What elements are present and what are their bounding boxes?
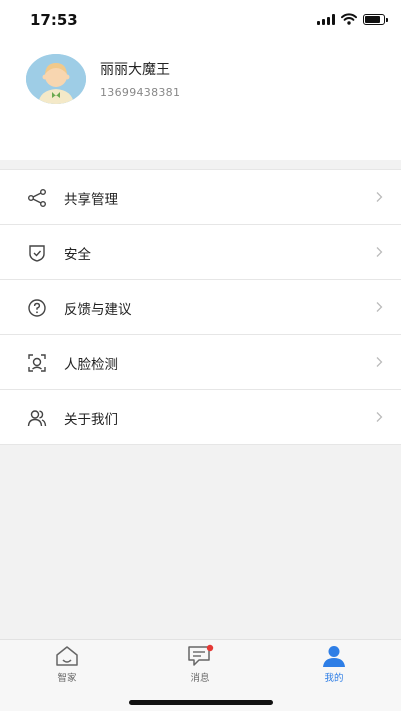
settings-menu: 共享管理 安全 反馈与建议 人脸检测 关于我们 — [0, 169, 401, 445]
status-icons — [317, 13, 388, 25]
shield-check-icon — [29, 245, 45, 262]
wifi-icon — [341, 13, 357, 25]
user-icon — [323, 646, 345, 667]
notification-badge — [206, 644, 214, 652]
tab-label: 消息 — [190, 673, 210, 684]
message-icon — [188, 644, 214, 666]
menu-item-label: 关于我们 — [64, 412, 118, 428]
menu-item-label: 人脸检测 — [64, 357, 118, 373]
chevron-right-icon — [376, 302, 383, 312]
signal-icon — [317, 13, 335, 25]
status-bar: 17:53 — [0, 0, 401, 40]
chevron-right-icon — [376, 412, 383, 422]
battery-icon — [363, 13, 388, 25]
menu-item-face-detection[interactable]: 人脸检测 — [0, 335, 401, 390]
status-time: 17:53 — [30, 11, 78, 29]
share-icon — [28, 189, 46, 207]
menu-item-label: 安全 — [64, 247, 91, 263]
help-circle-icon — [28, 299, 46, 317]
chevron-right-icon — [376, 357, 383, 367]
profile-name: 丽丽大魔王 — [100, 62, 170, 78]
menu-item-feedback[interactable]: 反馈与建议 — [0, 280, 401, 335]
menu-item-share-management[interactable]: 共享管理 — [0, 170, 401, 225]
profile-header[interactable]: 丽丽大魔王 13699438381 — [0, 40, 401, 160]
users-icon — [27, 410, 47, 427]
face-scan-icon — [28, 354, 46, 372]
profile-phone: 13699438381 — [100, 86, 181, 99]
tab-label: 我的 — [324, 673, 344, 684]
tab-label: 智家 — [57, 673, 77, 684]
tab-smart-home[interactable]: 智家 — [27, 644, 107, 684]
tab-messages[interactable]: 消息 — [160, 644, 240, 684]
home-indicator — [129, 700, 273, 705]
menu-item-security[interactable]: 安全 — [0, 225, 401, 280]
menu-item-label: 反馈与建议 — [64, 302, 132, 318]
home-icon — [56, 646, 78, 666]
chevron-right-icon — [376, 247, 383, 257]
menu-item-label: 共享管理 — [64, 192, 118, 208]
chevron-right-icon — [376, 192, 383, 202]
avatar-icon[interactable] — [26, 54, 86, 104]
tab-mine[interactable]: 我的 — [294, 644, 374, 684]
menu-item-about-us[interactable]: 关于我们 — [0, 390, 401, 445]
